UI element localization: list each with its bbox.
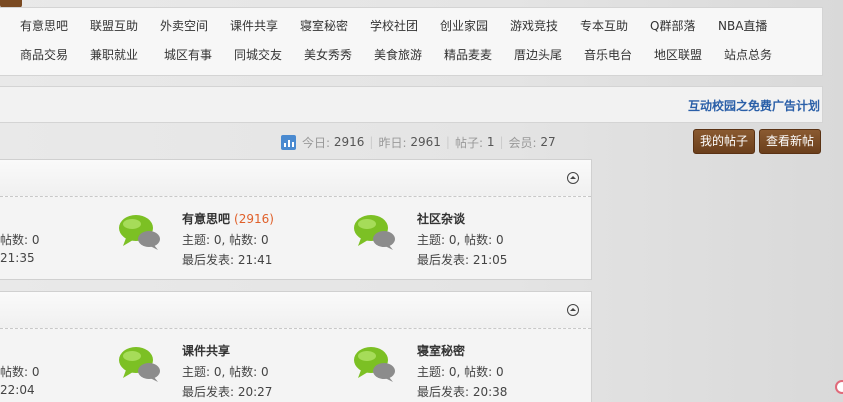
posts-label: 帖子: <box>454 135 483 150</box>
forum-bubble-icon <box>354 215 395 250</box>
members-count: 27 <box>540 135 556 149</box>
forum-counts: 主题: 0, 帖数: 0 <box>182 233 269 247</box>
free-ad-plan-link[interactable]: 互动校园之免费广告计划 <box>688 97 820 114</box>
divider: | <box>445 135 450 149</box>
nav-link[interactable]: 外卖空间 <box>160 17 208 34</box>
nav-link[interactable]: 专本互助 <box>580 17 628 34</box>
nav-link[interactable]: 学校社团 <box>370 17 418 34</box>
members-label: 会员: <box>508 135 537 150</box>
nav-link[interactable]: Q群部落 <box>650 17 695 34</box>
forum-title-link[interactable]: 寝室秘密 <box>417 342 465 359</box>
forum-last-post: 最后发表: 20:27 <box>182 385 273 399</box>
nav-link[interactable]: 创业家园 <box>440 17 488 34</box>
yesterday-count: 2961 <box>410 135 441 149</box>
ad-bar: 互动校园之免费广告计划 <box>0 86 823 123</box>
collapse-toggle-icon[interactable] <box>567 304 579 316</box>
forum-title[interactable]: 寝室秘密 <box>417 344 465 358</box>
nav-link[interactable]: 站点总务 <box>724 46 772 63</box>
forum-counts: 主题: 0, 帖数: 0 <box>417 365 504 379</box>
nav-link[interactable]: 厝边头尾 <box>514 46 562 63</box>
nav-link[interactable]: 地区联盟 <box>654 46 702 63</box>
nav-link[interactable]: 美食旅游 <box>374 46 422 63</box>
posts-count: 1 <box>486 135 495 149</box>
nav-link[interactable]: 联盟互助 <box>90 17 138 34</box>
forum-bubble-icon <box>119 347 160 382</box>
forum-counts: 主题: 0, 帖数: 0 <box>182 365 269 379</box>
forum-last-post: 最后发表: 20:38 <box>417 385 508 399</box>
stats-chart-icon <box>281 134 296 150</box>
forum-counts: 帖数: 0 <box>0 365 40 379</box>
divider: | <box>369 135 374 149</box>
nav-link[interactable]: 音乐电台 <box>584 46 632 63</box>
forum-bubble-icon <box>119 215 160 250</box>
forum-counts: 帖数: 0 <box>0 233 40 247</box>
forum-last-post: 最后发表: 21:05 <box>417 253 508 267</box>
forum-title-link[interactable]: 课件共享 <box>182 342 230 359</box>
nav-link[interactable]: 城区有事 <box>164 46 212 63</box>
nav-link[interactable]: 兼职就业 <box>90 46 138 63</box>
today-count: 2916 <box>333 135 365 149</box>
forum-today-count: (2916) <box>234 212 274 226</box>
forum-title[interactable]: 课件共享 <box>182 344 230 358</box>
forum-counts: 主题: 0, 帖数: 0 <box>417 233 504 247</box>
section-header <box>0 160 591 197</box>
nav-link[interactable]: 精品麦麦 <box>444 46 492 63</box>
nav-link[interactable]: 有意思吧 <box>20 17 68 34</box>
view-new-posts-button[interactable]: 查看新帖 <box>759 129 822 154</box>
today-label: 今日: <box>302 135 331 150</box>
forum-title-link[interactable]: 社区杂谈 <box>417 210 465 227</box>
forum-last-post: 22:04 <box>0 383 35 397</box>
yesterday-label: 昨日: <box>378 135 407 150</box>
my-posts-button[interactable]: 我的帖子 <box>693 129 756 154</box>
forum-category-section: 帖数: 0 21:35 有意思吧 (2916) 主题: 0, 帖数: 0 最后发表… <box>0 159 592 280</box>
forum-last-post: 21:35 <box>0 251 35 265</box>
divider: | <box>499 135 504 149</box>
nav-link[interactable]: 游戏竞技 <box>510 17 558 34</box>
nav-link[interactable]: 美女秀秀 <box>304 46 352 63</box>
forum-title[interactable]: 有意思吧 <box>182 212 230 226</box>
nav-link[interactable]: 寝室秘密 <box>300 17 348 34</box>
forum-title-link[interactable]: 有意思吧 (2916) <box>182 210 274 227</box>
forum-bubble-icon <box>354 347 395 382</box>
collapse-toggle-icon[interactable] <box>567 172 579 184</box>
nav-link[interactable]: 课件共享 <box>230 17 278 34</box>
section-header <box>0 292 591 329</box>
forum-stats: 今日: 2916 | 昨日: 2961 | 帖子: 1 | 会员: 27 <box>281 134 556 150</box>
nav-link[interactable]: 商品交易 <box>20 46 68 63</box>
forum-category-section: 帖数: 0 22:04 课件共享 主题: 0, 帖数: 0 最后发表: 20:2… <box>0 291 592 402</box>
nav-link[interactable]: 同城交友 <box>234 46 282 63</box>
forum-nav-menu: 有意思吧 联盟互助 外卖空间 课件共享 寝室秘密 学校社团 创业家园 游戏竞技 … <box>0 7 823 76</box>
nav-link[interactable]: NBA直播 <box>718 17 767 34</box>
decorative-circle <box>835 380 843 394</box>
forum-title[interactable]: 社区杂谈 <box>417 212 465 226</box>
forum-last-post: 最后发表: 21:41 <box>182 253 273 267</box>
